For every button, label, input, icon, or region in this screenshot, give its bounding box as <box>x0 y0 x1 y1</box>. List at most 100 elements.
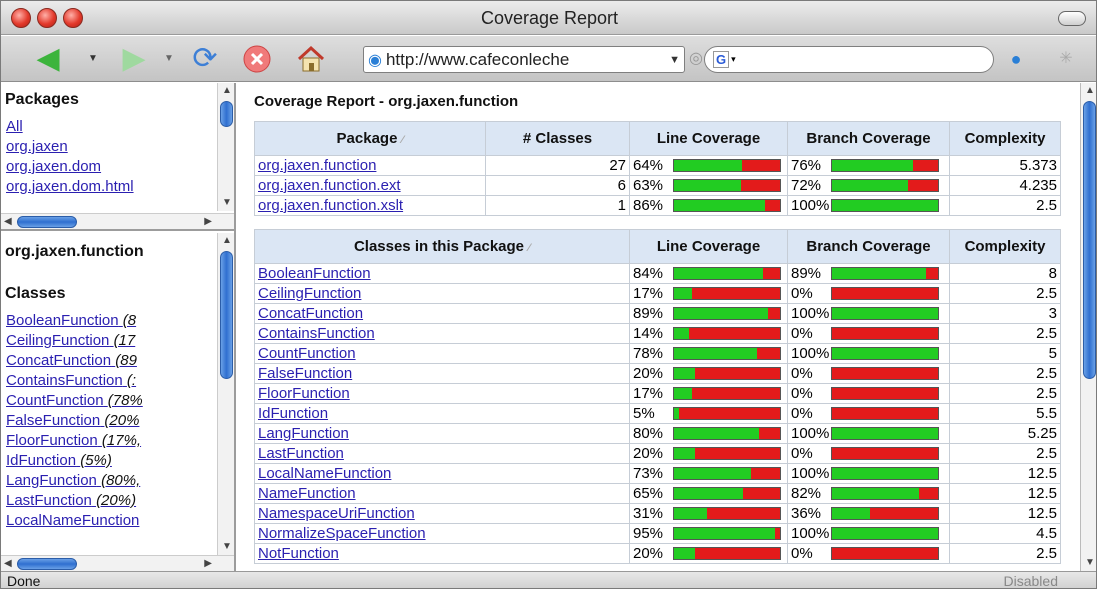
go-icon[interactable]: ◎ <box>687 42 705 76</box>
line-coverage-cell: 20% <box>629 443 788 464</box>
class-link[interactable]: CeilingFunction <box>258 285 361 302</box>
branch-coverage-display: 76% <box>791 157 946 174</box>
package-column-header[interactable]: Package ⁄ <box>254 121 486 156</box>
toolbar-toggle-button[interactable] <box>1058 11 1086 26</box>
branch-coverage-percent: 89% <box>791 265 822 282</box>
content-vertical-scrollbar[interactable]: ▲ ▼ <box>1080 83 1096 571</box>
scroll-thumb[interactable] <box>220 101 233 127</box>
scroll-thumb[interactable] <box>220 251 233 379</box>
class-link[interactable]: ConcatFunction <box>6 352 111 369</box>
scroll-thumb[interactable] <box>1083 101 1096 379</box>
class-link[interactable]: ContainsFunction <box>258 325 375 342</box>
url-dropdown-icon[interactable]: ▼ <box>669 54 680 66</box>
branch-coverage-cell: 0% <box>787 363 950 384</box>
class-link[interactable]: NamespaceUriFunction <box>258 505 415 522</box>
google-icon[interactable]: G <box>713 51 730 68</box>
search-go-icon[interactable]: ● <box>1001 42 1031 76</box>
class-link[interactable]: ContainsFunction <box>6 372 123 389</box>
line-coverage-bar <box>673 307 781 320</box>
scroll-thumb[interactable] <box>17 558 77 570</box>
class-link[interactable]: BooleanFunction <box>258 265 371 282</box>
package-link[interactable]: org.jaxen.dom.html <box>6 177 134 197</box>
classes-column-header[interactable]: Classes in this Package ⁄ <box>254 229 630 264</box>
complexity-cell: 5 <box>949 343 1061 364</box>
class-name-cell: ConcatFunction <box>254 303 630 324</box>
class-link[interactable]: FloorFunction <box>258 385 350 402</box>
complexity-cell: 12.5 <box>949 463 1061 484</box>
class-link[interactable]: LangFunction <box>6 472 97 489</box>
branch-coverage-display: 100% <box>791 197 946 214</box>
line-coverage-display: 95% <box>633 525 784 542</box>
package-link[interactable]: org.jaxen.dom <box>6 157 134 177</box>
class-link[interactable]: FalseFunction <box>258 365 352 382</box>
branch-coverage-column-header[interactable]: Branch Coverage <box>787 229 950 264</box>
scroll-down-arrow-icon[interactable]: ▼ <box>1085 557 1095 569</box>
classes-horizontal-scrollbar[interactable]: ◀ ▶ <box>1 555 234 571</box>
class-link[interactable]: LocalNameFunction <box>258 465 391 482</box>
forward-dropdown-icon[interactable]: ▼ <box>159 42 179 76</box>
class-link[interactable]: IdFunction <box>6 452 76 469</box>
class-link[interactable]: CountFunction <box>258 345 356 362</box>
class-link[interactable]: ConcatFunction <box>258 305 363 322</box>
class-link[interactable]: LastFunction <box>258 445 344 462</box>
class-link[interactable]: CeilingFunction <box>6 332 109 349</box>
class-link[interactable]: LangFunction <box>258 425 349 442</box>
class-link[interactable]: FloorFunction <box>6 432 98 449</box>
home-icon[interactable] <box>291 42 331 76</box>
package-summary-table: Package ⁄ # Classes Line Coverage Branch… <box>254 121 1061 216</box>
forward-arrow-icon[interactable]: ▶ <box>109 42 159 76</box>
line-coverage-display: 31% <box>633 505 784 522</box>
scroll-up-arrow-icon[interactable]: ▲ <box>222 235 232 247</box>
url-input[interactable]: ◉ http://www.cafeconleche ▼ <box>363 46 685 73</box>
package-link[interactable]: org.jaxen <box>6 137 134 157</box>
branch-coverage-column-header[interactable]: Branch Coverage <box>787 121 950 156</box>
branch-coverage-bar-fill <box>832 508 871 519</box>
url-text: http://www.cafeconleche <box>385 49 570 69</box>
package-link[interactable]: org.jaxen.function.xslt <box>258 197 403 214</box>
class-link[interactable]: NameFunction <box>258 485 356 502</box>
package-link-all[interactable]: All <box>6 117 134 137</box>
class-link[interactable]: CountFunction <box>6 392 104 409</box>
complexity-cell: 5.25 <box>949 423 1061 444</box>
back-arrow-icon[interactable]: ◀ <box>23 42 73 76</box>
classes-count-cell: 1 <box>485 195 630 216</box>
scroll-down-arrow-icon[interactable]: ▼ <box>222 541 232 553</box>
package-link[interactable]: org.jaxen.function.ext <box>258 177 401 194</box>
scroll-up-arrow-icon[interactable]: ▲ <box>1085 85 1095 97</box>
scroll-down-arrow-icon[interactable]: ▼ <box>222 197 232 209</box>
class-link[interactable]: LastFunction <box>6 492 92 509</box>
classes-vertical-scrollbar[interactable]: ▲ ▼ <box>217 233 234 555</box>
complexity-column-header[interactable]: Complexity <box>949 229 1061 264</box>
class-link[interactable]: LocalNameFunction <box>6 512 139 529</box>
class-link[interactable]: NotFunction <box>258 545 339 562</box>
class-link[interactable]: FalseFunction <box>6 412 100 429</box>
line-coverage-column-header[interactable]: Line Coverage <box>629 229 788 264</box>
stop-icon[interactable] <box>239 42 275 76</box>
search-engine-dropdown-icon[interactable]: ▾ <box>731 54 736 65</box>
reload-icon[interactable]: ⟳ <box>185 42 225 76</box>
class-link[interactable]: IdFunction <box>258 405 328 422</box>
packages-vertical-scrollbar[interactable]: ▲ ▼ <box>217 83 234 211</box>
branch-coverage-percent: 0% <box>791 405 813 422</box>
classes-count-column-header[interactable]: # Classes <box>485 121 630 156</box>
back-dropdown-icon[interactable]: ▼ <box>83 42 103 76</box>
scroll-left-arrow-icon[interactable]: ◀ <box>4 558 12 570</box>
scroll-up-arrow-icon[interactable]: ▲ <box>222 85 232 97</box>
packages-frame: Packages All org.jaxen org.jaxen.dom org… <box>1 83 234 231</box>
class-name-cell: NamespaceUriFunction <box>254 503 630 524</box>
search-input[interactable]: G ▾ <box>704 46 994 73</box>
scroll-right-arrow-icon[interactable]: ▶ <box>204 216 212 228</box>
complexity-column-header[interactable]: Complexity <box>949 121 1061 156</box>
scroll-left-arrow-icon[interactable]: ◀ <box>4 216 12 228</box>
class-link[interactable]: NormalizeSpaceFunction <box>258 525 426 542</box>
packages-horizontal-scrollbar[interactable]: ◀ ▶ <box>1 213 234 229</box>
browser-window: Coverage Report ◀ ▼ ▶ ▼ ⟳ ◉ http://www.c… <box>0 0 1097 589</box>
branch-coverage-cell: 0% <box>787 283 950 304</box>
class-list-item: LangFunction (80%, <box>6 471 216 491</box>
class-link[interactable]: BooleanFunction <box>6 312 119 329</box>
branch-coverage-bar <box>831 547 939 560</box>
package-link[interactable]: org.jaxen.function <box>258 157 376 174</box>
scroll-right-arrow-icon[interactable]: ▶ <box>204 558 212 570</box>
line-coverage-column-header[interactable]: Line Coverage <box>629 121 788 156</box>
scroll-thumb[interactable] <box>17 216 77 228</box>
